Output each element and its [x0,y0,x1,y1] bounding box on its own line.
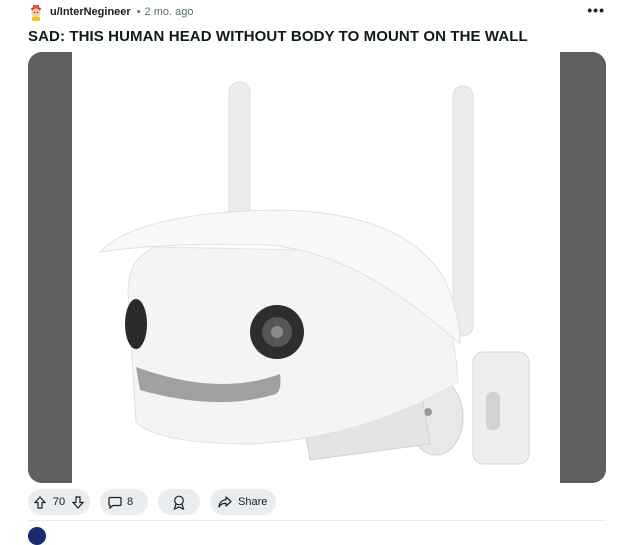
user-avatar[interactable] [28,3,44,21]
share-arrow-icon [218,496,232,508]
award-icon [172,495,186,510]
comments-count: 8 [127,496,134,508]
post-age: 2 mo. ago [144,6,194,18]
post-title[interactable]: SAD: THIS HUMAN HEAD WITHOUT BODY TO MOU… [28,28,528,45]
camera-photo [28,52,606,483]
post-card: u/InterNegineer • 2 mo. ago ••• SAD: THI… [0,0,619,545]
share-button[interactable]: Share [210,489,276,515]
post-meta: u/InterNegineer • 2 mo. ago [28,2,193,22]
post-image[interactable] [28,52,606,483]
comment-icon [108,496,122,509]
username-link[interactable]: u/InterNegineer [50,6,131,18]
share-label: Share [238,496,268,508]
arrow-down-icon[interactable] [72,495,84,509]
post-divider [28,520,606,521]
vote-score: 70 [52,496,66,508]
arrow-up-icon[interactable] [34,495,46,509]
post-actions: 70 8 Share [28,489,286,515]
meta-separator: • [136,6,141,18]
comments-button[interactable]: 8 [100,489,148,515]
award-button[interactable] [158,489,200,515]
vote-control: 70 [28,489,90,515]
next-post-avatar[interactable] [28,527,46,545]
more-options-button[interactable]: ••• [587,2,605,18]
